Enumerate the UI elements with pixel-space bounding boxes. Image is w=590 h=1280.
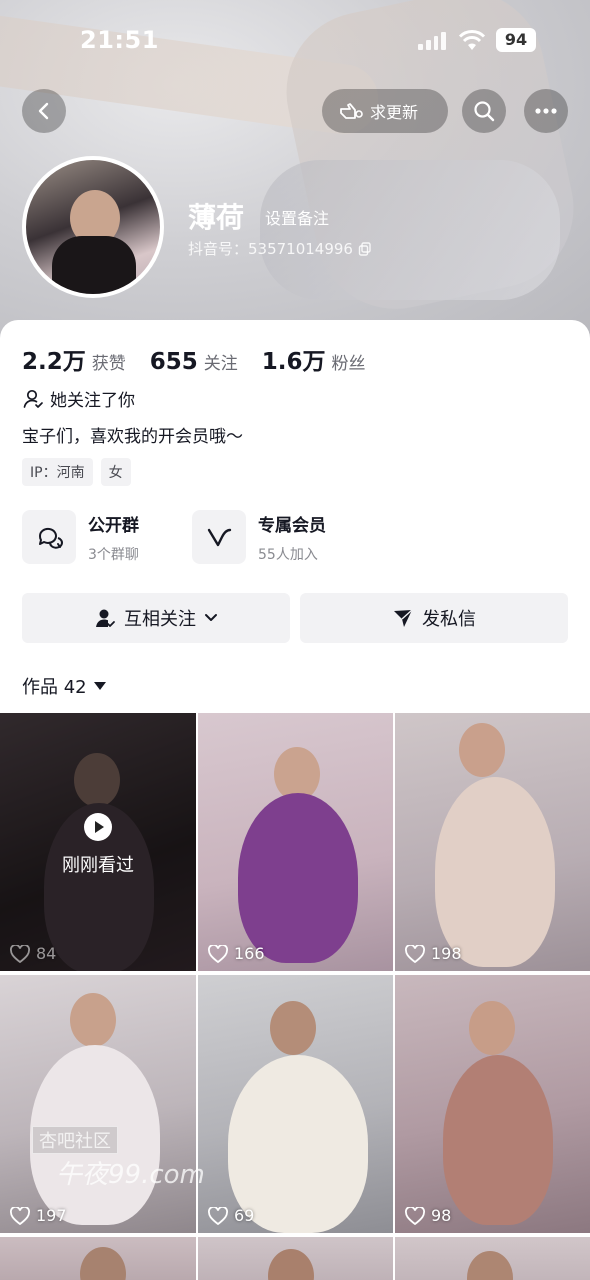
status-bar: 21:51 94 (0, 0, 590, 80)
chat-bubble-icon (22, 510, 76, 564)
watermark-line2: 午夜99.com (56, 1160, 205, 1190)
battery-indicator: 94 (496, 28, 536, 52)
request-update-button[interactable]: 求更新 (322, 89, 448, 133)
following-count[interactable]: 655 (150, 349, 198, 375)
exclusive-member-subtitle: 55人加入 (258, 546, 318, 563)
search-icon (474, 101, 495, 122)
heart-icon (10, 944, 30, 963)
video-thumbnail[interactable]: 166 (198, 713, 393, 971)
follows-you-notice: 她关注了你 (22, 386, 135, 411)
profile-name: 薄荷 (188, 201, 245, 234)
exclusive-member-title: 专属会员 (258, 515, 326, 536)
cover-decoration (260, 160, 560, 300)
heart-icon (405, 1206, 425, 1225)
chevron-down-icon (205, 614, 217, 621)
followers-label: 粉丝 (331, 354, 366, 374)
recently-watched-label: 刚刚看过 (62, 855, 134, 876)
likes-count[interactable]: 2.2万 (22, 342, 86, 376)
douyin-id-text: 抖音号：53571014996 (188, 240, 353, 258)
watermark: 杏吧社区 午夜99.com (32, 1126, 207, 1190)
send-message-button[interactable]: 发私信 (300, 593, 568, 643)
public-group-title: 公开群 (88, 515, 139, 536)
profile-stats: 2.2万 获赞 655 关注 1.6万 粉丝 (22, 342, 390, 376)
douyin-id[interactable]: 抖音号：53571014996 (188, 238, 372, 259)
video-thumbnail[interactable] (198, 1237, 393, 1280)
video-likes: 198 (405, 944, 462, 963)
back-button[interactable] (22, 89, 66, 133)
video-thumbnail[interactable]: 69 (198, 975, 393, 1233)
user-check-icon (96, 609, 115, 627)
video-thumbnail[interactable]: 197 (0, 975, 196, 1233)
likes-label: 获赞 (91, 354, 126, 374)
heart-icon (208, 944, 228, 963)
public-group-subtitle: 3个群聊 (88, 546, 139, 563)
recently-watched-badge: 刚刚看过 (0, 813, 196, 877)
search-button[interactable] (462, 89, 506, 133)
works-label: 作品 42 (22, 677, 87, 698)
v-member-icon (192, 510, 246, 564)
profile-tags: IP：河南 女 (22, 458, 131, 486)
public-group-entry[interactable]: 公开群 3个群聊 (22, 510, 139, 564)
video-likes: 166 (208, 944, 265, 963)
send-plane-icon (394, 609, 413, 627)
copy-icon[interactable] (358, 242, 372, 256)
pointing-hand-icon (340, 103, 363, 119)
chevron-left-icon (38, 102, 49, 120)
follows-you-text: 她关注了你 (50, 391, 135, 411)
video-thumbnail[interactable] (395, 1237, 590, 1280)
ip-location-tag: IP：河南 (22, 458, 93, 486)
set-remark-link[interactable]: 设置备注 (265, 205, 329, 229)
followers-count[interactable]: 1.6万 (262, 342, 326, 376)
exclusive-member-entry[interactable]: 专属会员 55人加入 (192, 510, 326, 564)
profile-bio: 宝子们，喜欢我的开会员哦～ (22, 427, 243, 447)
heart-icon (405, 944, 425, 963)
user-check-icon (23, 389, 43, 408)
gender-tag: 女 (100, 458, 131, 486)
cellular-signal-icon (418, 32, 446, 50)
following-label: 关注 (203, 354, 238, 374)
video-likes: 197 (10, 1206, 67, 1225)
mutual-follow-button[interactable]: 互相关注 (22, 593, 290, 643)
video-thumbnail[interactable]: 198 (395, 713, 590, 971)
video-likes: 84 (10, 944, 56, 963)
request-update-label: 求更新 (370, 103, 419, 122)
wifi-icon (458, 30, 486, 50)
works-tab[interactable]: 作品 42 (22, 673, 107, 699)
heart-icon (10, 1206, 30, 1225)
more-button[interactable] (524, 89, 568, 133)
video-thumbnail[interactable]: 98 (395, 975, 590, 1233)
send-message-label: 发私信 (422, 609, 476, 630)
play-icon (84, 813, 112, 841)
triangle-down-icon (93, 682, 106, 690)
video-thumbnail[interactable] (0, 1237, 196, 1280)
heart-icon (208, 1206, 228, 1225)
more-dots-icon (535, 108, 557, 114)
mutual-follow-label: 互相关注 (124, 609, 196, 630)
video-likes: 69 (208, 1206, 254, 1225)
video-thumbnail[interactable]: 刚刚看过 84 (0, 713, 196, 971)
video-likes: 98 (405, 1206, 451, 1225)
avatar[interactable] (22, 156, 164, 298)
status-time: 21:51 (80, 26, 159, 54)
watermark-line1: 杏吧社区 (32, 1126, 118, 1154)
